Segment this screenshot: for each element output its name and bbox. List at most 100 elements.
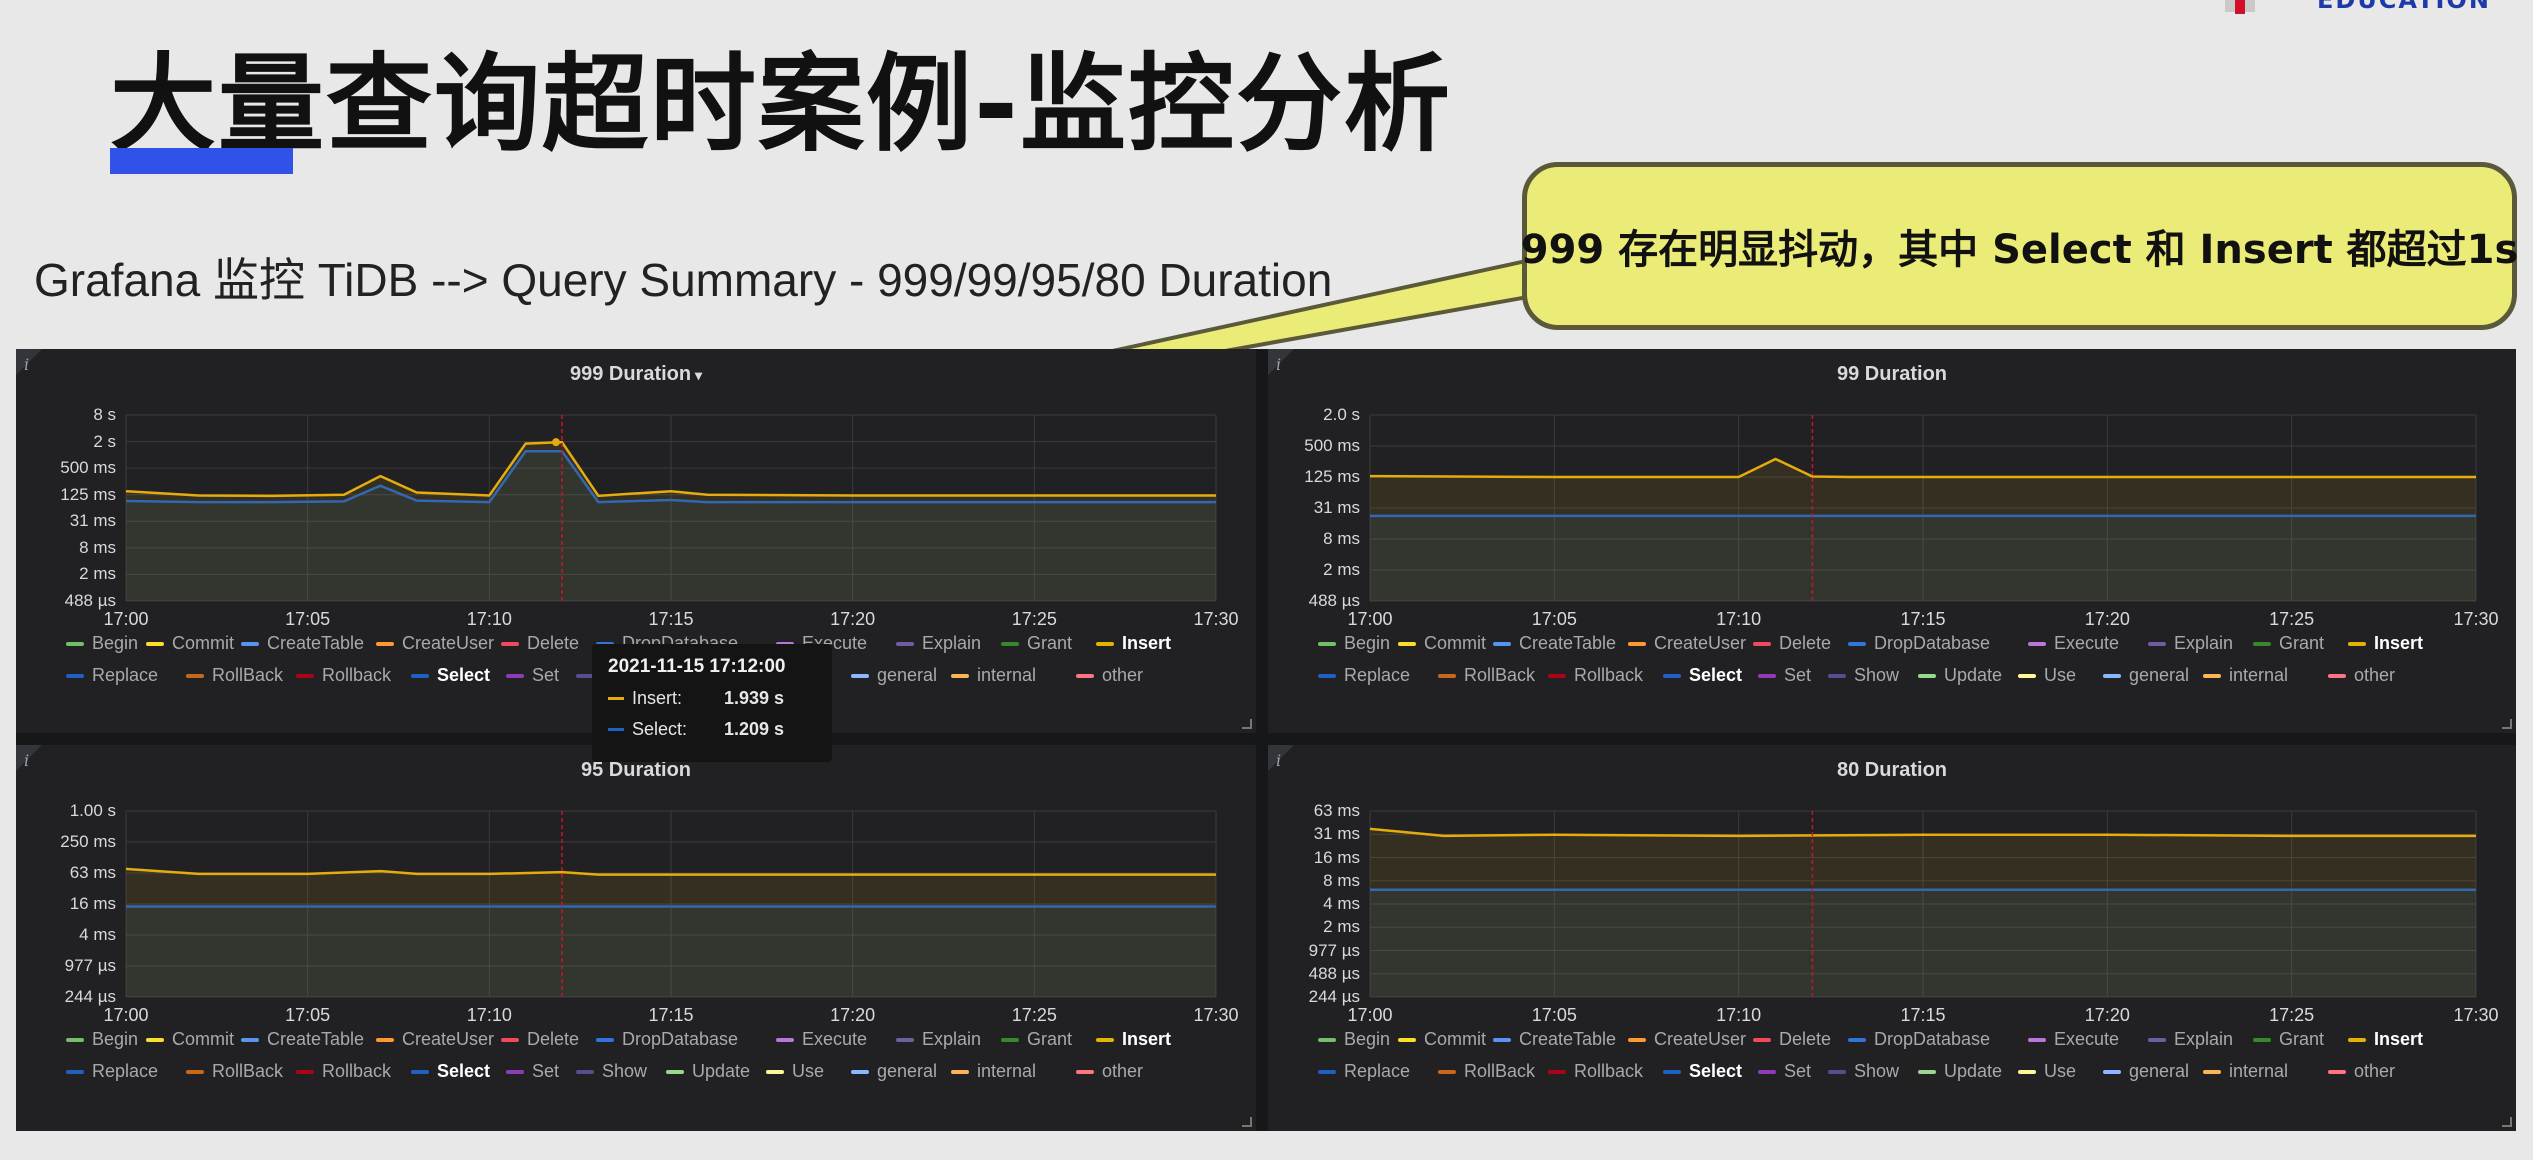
legend-item-other[interactable]: other (2328, 665, 2395, 686)
legend-item-grant[interactable]: Grant (1001, 1029, 1072, 1050)
panel-title[interactable]: 99 Duration (1268, 363, 2516, 386)
legend-item-begin[interactable]: Begin (1318, 1029, 1390, 1050)
legend-label: Begin (92, 1029, 139, 1049)
legend-item-replace[interactable]: Replace (66, 1061, 158, 1082)
legend-item-update[interactable]: Update (1918, 665, 2002, 686)
legend-item-delete[interactable]: Delete (1753, 1029, 1831, 1050)
legend-item-rollback[interactable]: Rollback (296, 665, 391, 686)
legend-item-grant[interactable]: Grant (1001, 633, 1072, 654)
legend-item-select[interactable]: Select (411, 665, 490, 686)
legend-item-rollback[interactable]: RollBack (1438, 665, 1535, 686)
legend-item-createuser[interactable]: CreateUser (376, 633, 494, 654)
legend-item-rollback[interactable]: Rollback (296, 1061, 391, 1082)
legend-item-explain[interactable]: Explain (896, 1029, 981, 1050)
legend-item-createuser[interactable]: CreateUser (1628, 633, 1746, 654)
legend-item-execute[interactable]: Execute (2028, 1029, 2119, 1050)
legend-item-begin[interactable]: Begin (66, 633, 138, 654)
legend-item-delete[interactable]: Delete (501, 1029, 579, 1050)
slide-subtitle: Grafana 监控 TiDB --> Query Summary - 999/… (34, 254, 1333, 306)
legend-item-use[interactable]: Use (766, 1061, 824, 1082)
legend-item-createuser[interactable]: CreateUser (1628, 1029, 1746, 1050)
legend-item-update[interactable]: Update (1918, 1061, 2002, 1082)
legend-label: Grant (1027, 1029, 1073, 1049)
panel-title[interactable]: 80 Duration (1268, 759, 2516, 782)
legend-item-internal[interactable]: internal (951, 1061, 1036, 1082)
legend-item-internal[interactable]: internal (951, 665, 1036, 686)
legend-item-select[interactable]: Select (1663, 1061, 1742, 1082)
plot-area[interactable] (1369, 810, 2477, 998)
legend-item-internal[interactable]: internal (2203, 665, 2288, 686)
legend-item-createtable[interactable]: CreateTable (1493, 633, 1616, 654)
legend-item-other[interactable]: other (2328, 1061, 2395, 1082)
legend-item-rollback[interactable]: Rollback (1548, 1061, 1643, 1082)
legend-item-execute[interactable]: Execute (776, 1029, 867, 1050)
legend-item-general[interactable]: general (851, 665, 937, 686)
legend-item-set[interactable]: Set (506, 665, 559, 686)
legend-item-commit[interactable]: Commit (1398, 1029, 1486, 1050)
plot-area[interactable] (125, 414, 1217, 602)
legend-item-general[interactable]: general (851, 1061, 937, 1082)
legend-item-select[interactable]: Select (1663, 665, 1742, 686)
plot-area[interactable] (125, 810, 1217, 998)
legend-item-replace[interactable]: Replace (1318, 1061, 1410, 1082)
legend-item-execute[interactable]: Execute (2028, 633, 2119, 654)
panel-resize-handle[interactable] (1242, 719, 1252, 729)
chevron-down-icon[interactable]: ▾ (691, 367, 702, 383)
legend-item-update[interactable]: Update (666, 1061, 750, 1082)
legend-item-commit[interactable]: Commit (146, 633, 234, 654)
legend-item-set[interactable]: Set (1758, 665, 1811, 686)
legend-item-use[interactable]: Use (2018, 665, 2076, 686)
legend-item-set[interactable]: Set (1758, 1061, 1811, 1082)
panel-resize-handle[interactable] (2502, 719, 2512, 729)
panel-95-duration[interactable]: i 95 Duration 1.00 s 250 ms 63 ms 16 ms 4 ms 97… (16, 745, 1256, 1131)
legend-item-show[interactable]: Show (1828, 665, 1899, 686)
panel-title[interactable]: 999 Duration ▾ (16, 363, 1256, 386)
legend-item-createtable[interactable]: CreateTable (1493, 1029, 1616, 1050)
plot-area[interactable] (1369, 414, 2477, 602)
legend-item-begin[interactable]: Begin (66, 1029, 138, 1050)
legend-item-explain[interactable]: Explain (896, 633, 981, 654)
legend-item-insert[interactable]: Insert (1096, 633, 1171, 654)
legend-item-select[interactable]: Select (411, 1061, 490, 1082)
legend-item-insert[interactable]: Insert (1096, 1029, 1171, 1050)
legend-item-dropdatabase[interactable]: DropDatabase (1848, 1029, 1990, 1050)
legend-item-grant[interactable]: Grant (2253, 633, 2324, 654)
legend-item-replace[interactable]: Replace (66, 665, 158, 686)
legend-item-other[interactable]: other (1076, 1061, 1143, 1082)
legend-item-rollback[interactable]: RollBack (1438, 1061, 1535, 1082)
legend-item-delete[interactable]: Delete (1753, 633, 1831, 654)
legend-item-explain[interactable]: Explain (2148, 633, 2233, 654)
legend-item-commit[interactable]: Commit (1398, 633, 1486, 654)
panel-resize-handle[interactable] (2502, 1117, 2512, 1127)
legend-item-createtable[interactable]: CreateTable (241, 1029, 364, 1050)
legend-item-rollback[interactable]: Rollback (1548, 665, 1643, 686)
legend-item-grant[interactable]: Grant (2253, 1029, 2324, 1050)
legend-item-insert[interactable]: Insert (2348, 1029, 2423, 1050)
legend-item-general[interactable]: general (2103, 1061, 2189, 1082)
legend-item-delete[interactable]: Delete (501, 633, 579, 654)
panel-resize-handle[interactable] (1242, 1117, 1252, 1127)
legend-item-internal[interactable]: internal (2203, 1061, 2288, 1082)
legend-item-set[interactable]: Set (506, 1061, 559, 1082)
legend-item-rollback[interactable]: RollBack (186, 665, 283, 686)
legend-item-dropdatabase[interactable]: DropDatabase (596, 1029, 738, 1050)
legend-item-insert[interactable]: Insert (2348, 633, 2423, 654)
legend-item-show[interactable]: Show (1828, 1061, 1899, 1082)
legend-item-createtable[interactable]: CreateTable (241, 633, 364, 654)
legend-item-createuser[interactable]: CreateUser (376, 1029, 494, 1050)
legend-swatch (666, 1069, 684, 1074)
legend-item-show[interactable]: Show (576, 1061, 647, 1082)
panel-title[interactable]: 95 Duration (16, 759, 1256, 782)
legend-item-explain[interactable]: Explain (2148, 1029, 2233, 1050)
legend-item-replace[interactable]: Replace (1318, 665, 1410, 686)
legend-item-dropdatabase[interactable]: DropDatabase (1848, 633, 1990, 654)
legend-item-rollback[interactable]: RollBack (186, 1061, 283, 1082)
legend-item-other[interactable]: other (1076, 665, 1143, 686)
legend-swatch (896, 1037, 914, 1042)
legend-item-begin[interactable]: Begin (1318, 633, 1390, 654)
legend-item-use[interactable]: Use (2018, 1061, 2076, 1082)
panel-99-duration[interactable]: i 99 Duration 2.0 s 500 ms 125 ms 31 ms 8 ms 2 … (1268, 349, 2516, 733)
panel-80-duration[interactable]: i 80 Duration 63 ms 31 ms 16 ms 8 ms 4 ms 2 ms 9… (1268, 745, 2516, 1131)
legend-item-general[interactable]: general (2103, 665, 2189, 686)
legend-item-commit[interactable]: Commit (146, 1029, 234, 1050)
